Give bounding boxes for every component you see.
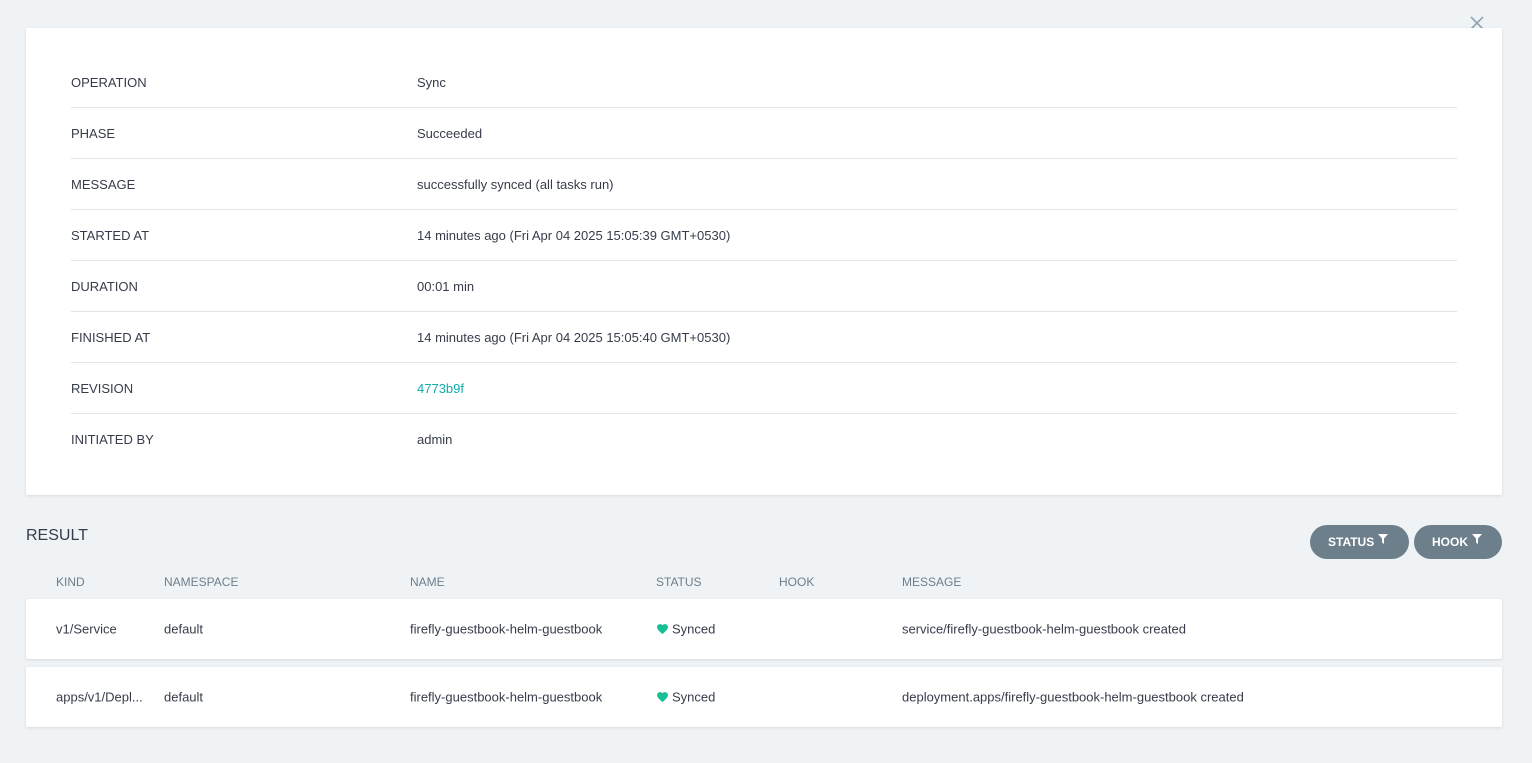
result-table-header: KIND NAMESPACE NAME STATUS HOOK MESSAGE [26,572,1502,592]
detail-value: 00:01 min [417,278,475,294]
column-header-status: STATUS [656,575,702,589]
column-header-kind: KIND [56,575,85,589]
detail-value: admin [417,432,453,447]
detail-label: DURATION [71,278,138,294]
status-filter-label: STATUS [1328,535,1375,549]
filter-icon [1378,534,1389,546]
row-name: firefly-guestbook-helm-guestbook [410,621,603,637]
detail-label: OPERATION [71,74,147,90]
row-namespace: default [164,621,204,637]
heart-icon [656,691,669,704]
column-header-namespace: NAMESPACE [164,575,239,589]
detail-value: successfully synced (all tasks run) [417,176,614,192]
detail-value: Sync [417,74,446,90]
row-status-label: Synced [672,689,716,705]
row-name: firefly-guestbook-helm-guestbook [410,689,603,705]
detail-value: 14 minutes ago (Fri Apr 04 2025 15:05:40… [417,329,731,345]
column-header-hook: HOOK [779,575,815,589]
detail-label: PHASE [71,125,116,141]
heart-icon [656,623,669,636]
column-header-message: MESSAGE [902,575,962,589]
detail-label: STARTED AT [71,227,150,243]
detail-label: FINISHED AT [71,329,151,345]
detail-row-duration: DURATION 00:01 min [71,261,1457,312]
result-title: RESULT [26,527,88,544]
column-header-name: NAME [410,575,445,589]
row-kind: v1/Service [56,621,117,637]
detail-row-message: MESSAGE successfully synced (all tasks r… [71,159,1457,210]
detail-row-started-at: STARTED AT 14 minutes ago (Fri Apr 04 20… [71,210,1457,261]
hook-filter-label: HOOK [1432,535,1468,549]
detail-row-operation: OPERATION Sync [71,57,1457,108]
row-message: deployment.apps/firefly-guestbook-helm-g… [902,689,1244,705]
detail-row-initiated-by: INITIATED BY admin [71,414,1457,465]
table-row[interactable]: v1/Service default firefly-guestbook-hel… [26,599,1502,659]
revision-link[interactable]: 4773b9f [417,381,464,396]
detail-value: Succeeded [417,125,483,141]
detail-label: INITIATED BY [71,432,154,447]
row-message: service/firefly-guestbook-helm-guestbook… [902,621,1186,637]
row-kind: apps/v1/Depl... [56,689,143,705]
status-filter-button[interactable]: STATUS [1310,525,1409,559]
detail-label: MESSAGE [71,176,136,192]
row-status: Synced [656,690,715,705]
table-row[interactable]: apps/v1/Depl... default firefly-guestboo… [26,667,1502,727]
row-namespace: default [164,689,204,705]
filter-icon [1472,534,1482,546]
row-status-label: Synced [672,621,716,637]
hook-filter-button[interactable]: HOOK [1414,525,1502,559]
detail-value: 14 minutes ago (Fri Apr 04 2025 15:05:39… [417,227,731,243]
detail-row-finished-at: FINISHED AT 14 minutes ago (Fri Apr 04 2… [71,312,1457,363]
result-filters: STATUS HOOK [1310,525,1502,559]
detail-row-revision: REVISION 4773b9f [71,363,1457,414]
detail-row-phase: PHASE Succeeded [71,108,1457,159]
row-status: Synced [656,622,715,637]
detail-label: REVISION [71,380,134,396]
operation-details-card: OPERATION Sync PHASE Succeeded MESSAGE s… [26,28,1502,495]
